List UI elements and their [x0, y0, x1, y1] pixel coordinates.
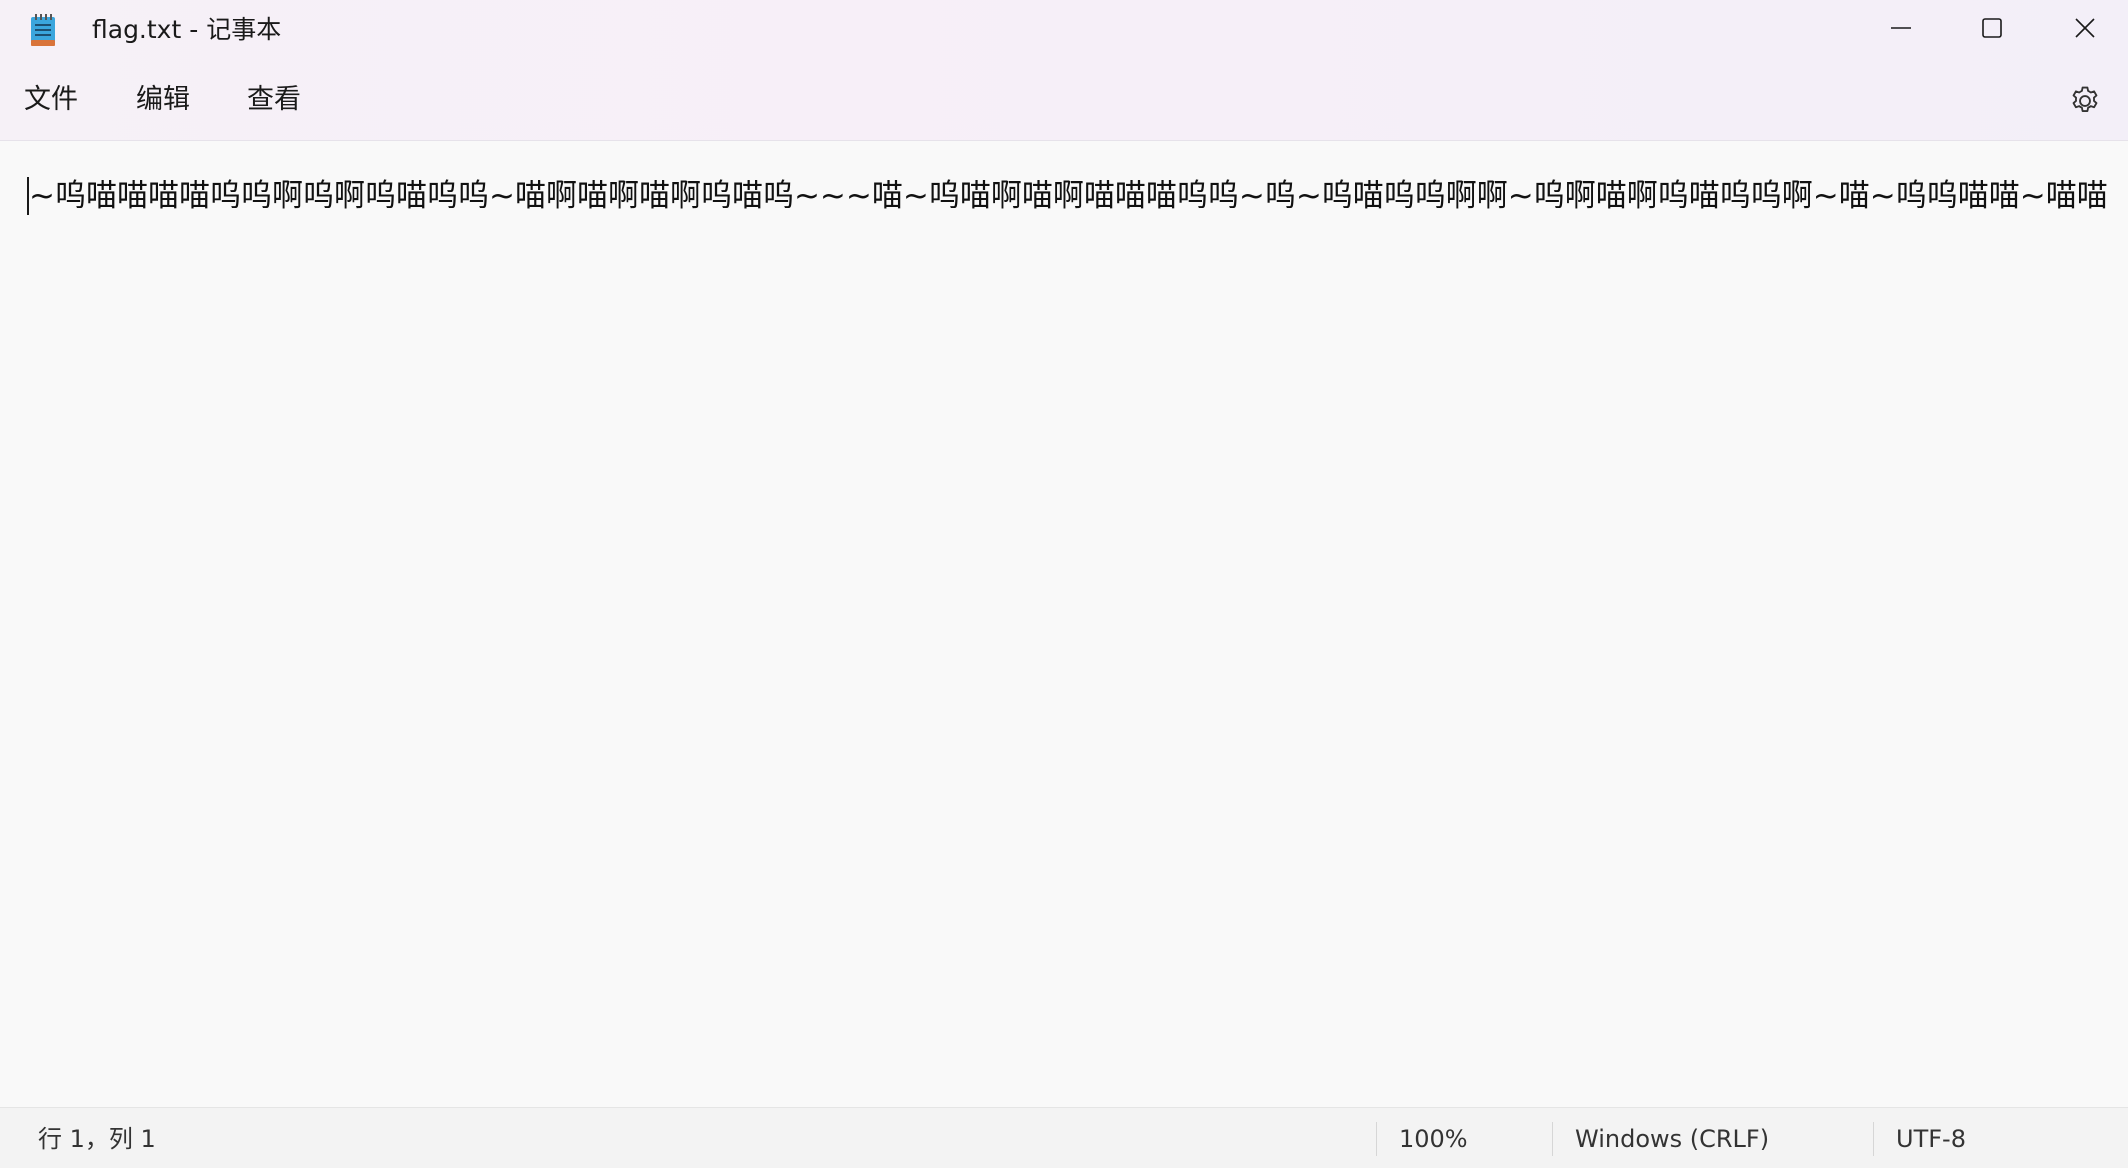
status-bar: 行 1，列 1 100% Windows (CRLF) UTF-8: [0, 1107, 2128, 1168]
menu-view[interactable]: 查看: [243, 82, 305, 118]
status-divider: [1552, 1122, 1553, 1156]
zoom-level[interactable]: 100%: [1399, 1124, 1468, 1154]
close-button[interactable]: [2039, 0, 2128, 56]
editor-text-line: ~呜喵喵喵喵呜呜啊呜啊呜喵呜呜~喵啊喵啊喵啊呜喵呜~~~喵~呜喵啊喵啊喵喵喵呜呜…: [29, 178, 2108, 214]
menu-edit[interactable]: 编辑: [132, 82, 194, 118]
close-icon: [2075, 18, 2095, 38]
line-ending[interactable]: Windows (CRLF): [1575, 1124, 1769, 1154]
menu-file[interactable]: 文件: [20, 82, 82, 118]
menu-bar: 文件 编辑 查看: [0, 60, 2128, 141]
cursor-position: 行 1，列 1: [38, 1125, 156, 1153]
minimize-icon: [1891, 27, 1911, 29]
status-divider: [1376, 1122, 1377, 1156]
status-divider: [1873, 1122, 1874, 1156]
settings-button[interactable]: [2068, 84, 2102, 118]
title-bar[interactable]: flag.txt - 记事本: [0, 0, 2128, 60]
notepad-app-icon: [30, 13, 56, 47]
window-title: flag.txt - 记事本: [92, 15, 282, 44]
maximize-icon: [1982, 18, 2002, 38]
encoding[interactable]: UTF-8: [1896, 1124, 1966, 1154]
gear-icon: [2072, 86, 2098, 112]
minimize-button[interactable]: [1855, 0, 1947, 56]
text-editor[interactable]: ~呜喵喵喵喵呜呜啊呜啊呜喵呜呜~喵啊喵啊喵啊呜喵呜~~~喵~呜喵啊喵啊喵喵喵呜呜…: [0, 141, 2128, 1107]
notepad-window: flag.txt - 记事本 文件 编辑 查看 ~呜喵喵喵喵呜呜啊呜啊呜喵呜呜~…: [0, 0, 2128, 1168]
maximize-button[interactable]: [1946, 0, 2038, 56]
